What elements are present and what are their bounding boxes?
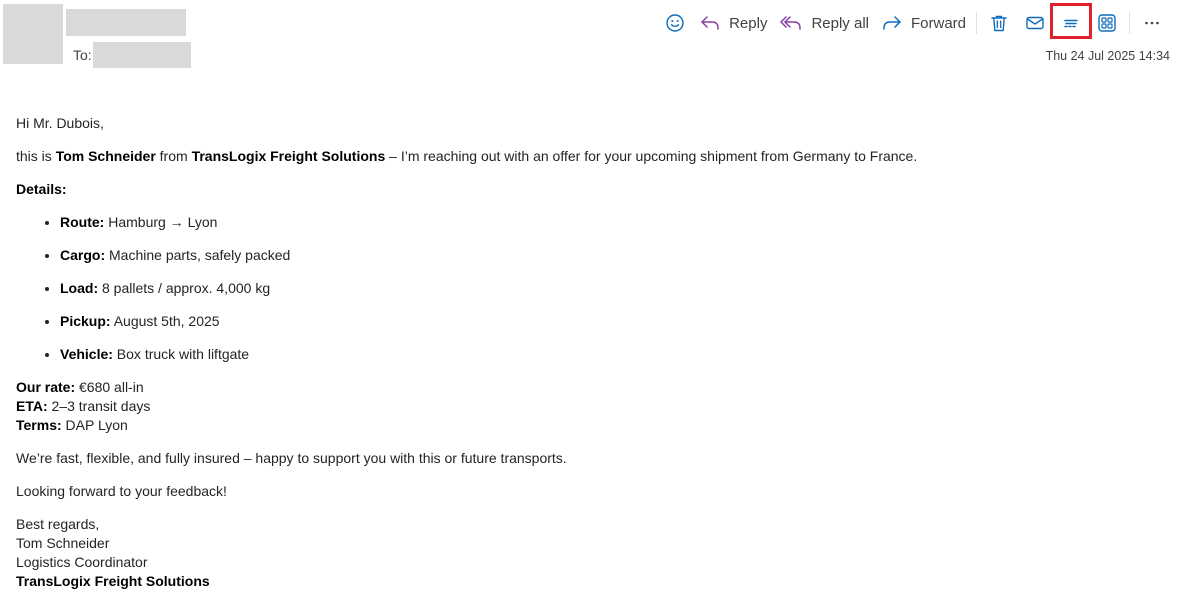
intro-paragraph: this is Tom Schneider from TransLogix Fr… (16, 147, 1156, 166)
more-icon (1145, 21, 1159, 25)
intro-text: this is (16, 148, 56, 164)
closing-paragraph: Looking forward to your feedback! (16, 483, 227, 499)
signature-block: Best regards, Tom Schneider Logistics Co… (16, 515, 1156, 591)
delete-icon (991, 15, 1007, 32)
reply-icon (701, 16, 719, 30)
to-label: To: (73, 47, 92, 63)
emoji-icon (666, 14, 684, 32)
apps-icon (1098, 14, 1116, 32)
detail-value: 8 pallets / approx. 4,000 kg (98, 280, 271, 296)
company-name-bold: TransLogix Freight Solutions (191, 148, 386, 164)
terms-label: Terms: (16, 417, 62, 433)
signature-company-bold: TransLogix Freight Solutions (16, 573, 210, 589)
list-item: Pickup: August 5th, 2025 (60, 312, 1156, 331)
detail-label: Pickup: (60, 313, 111, 329)
immersive-reader-icon (1064, 19, 1078, 28)
detail-value: Machine parts, safely packed (105, 247, 291, 263)
recipient-redacted[interactable] (93, 42, 191, 68)
intro-text: from (155, 148, 192, 164)
pitch-paragraph: We’re fast, flexible, and fully insured … (16, 450, 567, 466)
sender-name-redacted[interactable] (66, 9, 186, 36)
email-body: Hi Mr. Dubois, this is Tom Schneider fro… (16, 114, 1156, 605)
forward-icon (883, 16, 901, 30)
rate-value: €680 all-in (75, 379, 144, 395)
sender-name-bold: Tom Schneider (55, 148, 156, 164)
list-item: Load: 8 pallets / approx. 4,000 kg (60, 279, 1156, 298)
signature-company: TransLogix Freight Solutions (16, 572, 1156, 591)
mail-icon (1026, 16, 1044, 30)
eta-line: ETA: 2–3 transit days (16, 397, 1156, 416)
detail-label: Vehicle: (60, 346, 113, 362)
reply-all-icon (780, 16, 802, 30)
reply-button[interactable]: Reply (693, 8, 773, 38)
eta-label: ETA: (16, 398, 48, 414)
received-date: Thu 24 Jul 2025 14:34 (1045, 49, 1170, 63)
sender-avatar[interactable] (3, 4, 63, 64)
emoji-button[interactable] (657, 8, 693, 38)
apps-button[interactable] (1089, 8, 1125, 38)
detail-value: August 5th, 2025 (110, 313, 220, 329)
toolbar-divider (976, 12, 977, 34)
list-item: Cargo: Machine parts, safely packed (60, 246, 1156, 265)
immersive-reader-button[interactable] (1050, 3, 1092, 39)
terms-line: Terms: DAP Lyon (16, 416, 1156, 435)
detail-value: Hamburg → Lyon (104, 214, 218, 230)
signature-name: Tom Schneider (16, 535, 110, 551)
delete-button[interactable] (981, 8, 1017, 38)
details-list: Route: Hamburg → Lyon Cargo: Machine par… (16, 213, 1156, 364)
details-heading-text: Details: (16, 181, 67, 197)
signature-title: Logistics Coordinator (16, 554, 148, 570)
rate-label: Our rate: (16, 379, 76, 395)
rate-block: Our rate: €680 all-in ETA: 2–3 transit d… (16, 378, 1156, 435)
reply-label: Reply (729, 14, 768, 32)
rate-line: Our rate: €680 all-in (16, 378, 1156, 397)
detail-label: Cargo: (60, 247, 106, 263)
list-item: Vehicle: Box truck with liftgate (60, 345, 1156, 364)
reply-all-button[interactable]: Reply all (773, 8, 875, 38)
intro-text: – I’m reaching out with an offer for you… (385, 148, 918, 164)
detail-label: Load: (60, 280, 99, 296)
detail-label: Route: (60, 214, 105, 230)
forward-button[interactable]: Forward (875, 8, 972, 38)
terms-value: DAP Lyon (61, 417, 128, 433)
list-item: Route: Hamburg → Lyon (60, 213, 1156, 232)
message-toolbar: Reply Reply all Forward (657, 3, 1170, 39)
forward-label: Forward (910, 14, 966, 32)
reply-all-label: Reply all (811, 14, 869, 32)
more-actions-button[interactable] (1134, 8, 1170, 38)
greeting: Hi Mr. Dubois, (16, 115, 104, 131)
signoff: Best regards, (16, 516, 100, 532)
detail-value: Box truck with liftgate (112, 346, 250, 362)
details-heading: Details: (16, 180, 1156, 199)
eta-value: 2–3 transit days (47, 398, 151, 414)
mark-read-button[interactable] (1017, 8, 1053, 38)
toolbar-divider (1129, 12, 1130, 34)
